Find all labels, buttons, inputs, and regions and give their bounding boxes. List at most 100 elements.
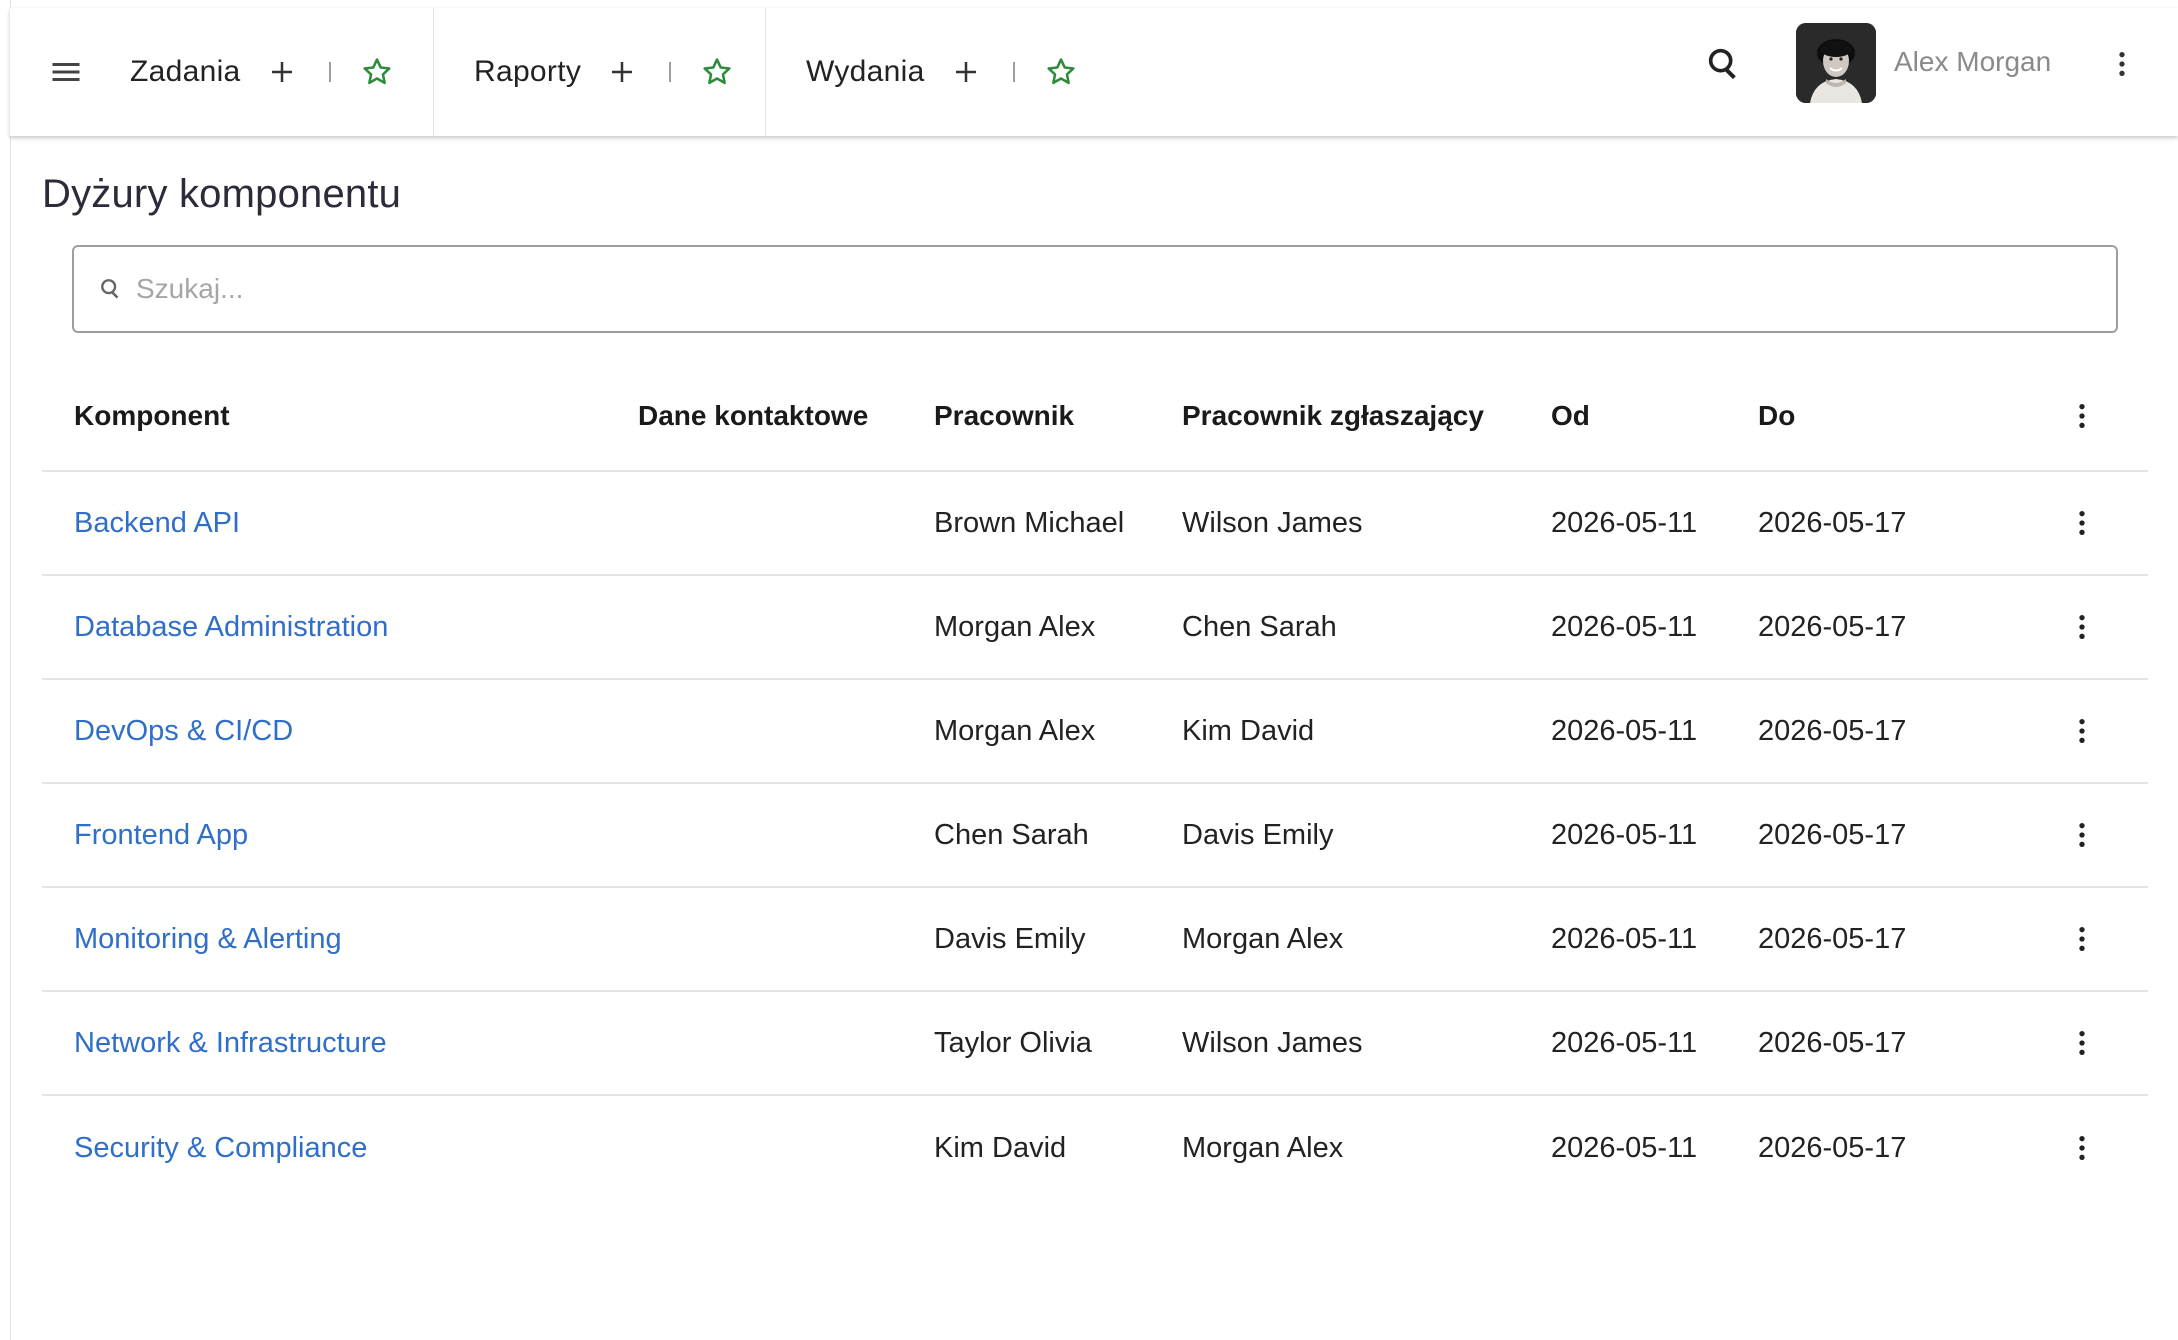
favorite-tasks-button[interactable] xyxy=(359,54,395,90)
to-date-cell: 2026-05-17 xyxy=(1758,714,1907,747)
user-name[interactable]: Alex Morgan xyxy=(1894,46,2051,78)
tab-divider xyxy=(328,62,331,82)
global-search-button[interactable] xyxy=(1702,42,1746,86)
more-vert-icon xyxy=(2079,1136,2085,1160)
table-row: Monitoring & Alerting Davis Emily Morgan… xyxy=(42,888,2148,992)
table-header: Komponent Dane kontaktowe Pracownik Prac… xyxy=(42,362,2148,472)
column-header-to[interactable]: Do xyxy=(1758,362,1795,470)
row-options-button[interactable] xyxy=(2064,576,2100,678)
from-date-cell: 2026-05-11 xyxy=(1551,506,1698,539)
row-options-button[interactable] xyxy=(2064,1096,2100,1200)
table-row: Database Administration Morgan Alex Chen… xyxy=(42,576,2148,680)
column-options-button[interactable] xyxy=(2064,362,2100,470)
to-date-cell: 2026-05-17 xyxy=(1758,610,1907,643)
employee-cell: Davis Emily xyxy=(934,922,1086,955)
column-header-employee[interactable]: Pracownik xyxy=(934,362,1074,470)
from-date-cell: 2026-05-11 xyxy=(1551,610,1698,643)
more-vert-icon xyxy=(2079,927,2085,951)
tab-tasks[interactable]: Zadania xyxy=(130,55,241,89)
add-release-button[interactable] xyxy=(949,55,983,89)
component-link[interactable]: Security & Compliance xyxy=(74,1096,367,1200)
from-date-cell: 2026-05-11 xyxy=(1551,818,1698,851)
reporter-cell: Morgan Alex xyxy=(1182,922,1344,955)
from-date-cell: 2026-05-11 xyxy=(1551,1026,1698,1059)
tab-group-reports: Raporty xyxy=(434,8,766,136)
tab-divider xyxy=(669,62,672,82)
component-link[interactable]: DevOps & CI/CD xyxy=(74,680,293,782)
search-icon xyxy=(1708,48,1736,80)
tab-group-tasks: Zadania xyxy=(122,8,434,136)
table-row: Frontend App Chen Sarah Davis Emily 2026… xyxy=(42,784,2148,888)
component-link[interactable]: Database Administration xyxy=(74,576,388,678)
employee-cell: Kim David xyxy=(934,1131,1067,1164)
to-date-cell: 2026-05-17 xyxy=(1758,818,1907,851)
reporter-cell: Wilson James xyxy=(1182,506,1363,539)
more-vert-icon xyxy=(2079,719,2085,743)
menu-button[interactable] xyxy=(10,8,122,136)
more-vert-icon xyxy=(2079,615,2085,639)
table-row: Backend API Brown Michael Wilson James 2… xyxy=(42,472,2148,576)
star-outline-icon xyxy=(362,58,391,85)
favorite-reports-button[interactable] xyxy=(699,54,735,90)
column-header-contact[interactable]: Dane kontaktowe xyxy=(638,362,868,470)
reporter-cell: Morgan Alex xyxy=(1182,1131,1344,1164)
column-header-from[interactable]: Od xyxy=(1551,362,1590,470)
page-title: Dyżury komponentu xyxy=(42,172,402,216)
table-row: DevOps & CI/CD Morgan Alex Kim David 202… xyxy=(42,680,2148,784)
employee-cell: Morgan Alex xyxy=(934,714,1096,747)
table-row: Security & Compliance Kim David Morgan A… xyxy=(42,1096,2148,1200)
row-options-button[interactable] xyxy=(2064,472,2100,574)
search-field-icon xyxy=(96,274,126,304)
avatar[interactable] xyxy=(1796,23,1876,103)
more-vert-icon xyxy=(2079,823,2085,847)
table-row: Network & Infrastructure Taylor Olivia W… xyxy=(42,992,2148,1096)
reporter-cell: Wilson James xyxy=(1182,1026,1363,1059)
star-outline-icon xyxy=(703,58,731,85)
search-field[interactable] xyxy=(72,245,2118,333)
on-call-table: Komponent Dane kontaktowe Pracownik Prac… xyxy=(42,362,2148,1200)
employee-cell: Morgan Alex xyxy=(934,610,1096,643)
employee-cell: Brown Michael xyxy=(934,506,1125,539)
component-link[interactable]: Frontend App xyxy=(74,784,248,886)
search-input[interactable] xyxy=(134,272,2038,306)
row-options-button[interactable] xyxy=(2064,992,2100,1094)
tab-group-releases: Wydania xyxy=(766,8,1106,136)
menu-icon xyxy=(52,63,80,81)
employee-cell: Chen Sarah xyxy=(934,818,1089,851)
favorite-releases-button[interactable] xyxy=(1043,54,1079,90)
add-report-button[interactable] xyxy=(605,55,639,89)
reporter-cell: Kim David xyxy=(1182,714,1315,747)
app-more-button[interactable] xyxy=(2104,46,2140,82)
row-options-button[interactable] xyxy=(2064,680,2100,782)
more-vert-icon xyxy=(2079,511,2085,535)
row-options-button[interactable] xyxy=(2064,888,2100,990)
more-vert-icon xyxy=(2119,52,2125,76)
star-outline-icon xyxy=(1046,58,1075,85)
column-header-reporter[interactable]: Pracownik zgłaszający xyxy=(1182,362,1484,470)
to-date-cell: 2026-05-17 xyxy=(1758,922,1907,955)
add-task-button[interactable] xyxy=(265,55,299,89)
to-date-cell: 2026-05-17 xyxy=(1758,1026,1907,1059)
app-root: Zadania Raporty Wydania Alex Morgan Dyżu… xyxy=(0,0,2178,1340)
from-date-cell: 2026-05-11 xyxy=(1551,1131,1698,1164)
more-vert-icon xyxy=(2079,1031,2085,1055)
column-header-component[interactable]: Komponent xyxy=(74,362,230,470)
user-photo xyxy=(1796,23,1876,103)
row-options-button[interactable] xyxy=(2064,784,2100,886)
component-link[interactable]: Network & Infrastructure xyxy=(74,992,387,1094)
component-link[interactable]: Monitoring & Alerting xyxy=(74,888,342,990)
plus-icon xyxy=(955,62,976,82)
employee-cell: Taylor Olivia xyxy=(934,1026,1092,1059)
tab-divider xyxy=(1012,62,1015,82)
from-date-cell: 2026-05-11 xyxy=(1551,922,1698,955)
tab-releases[interactable]: Wydania xyxy=(806,55,925,89)
left-border xyxy=(10,0,11,1340)
to-date-cell: 2026-05-17 xyxy=(1758,506,1907,539)
tab-reports[interactable]: Raporty xyxy=(474,55,581,89)
to-date-cell: 2026-05-17 xyxy=(1758,1131,1907,1164)
reporter-cell: Chen Sarah xyxy=(1182,610,1337,643)
component-link[interactable]: Backend API xyxy=(74,472,240,574)
reporter-cell: Davis Emily xyxy=(1182,818,1334,851)
plus-icon xyxy=(271,62,292,82)
plus-icon xyxy=(612,62,633,82)
